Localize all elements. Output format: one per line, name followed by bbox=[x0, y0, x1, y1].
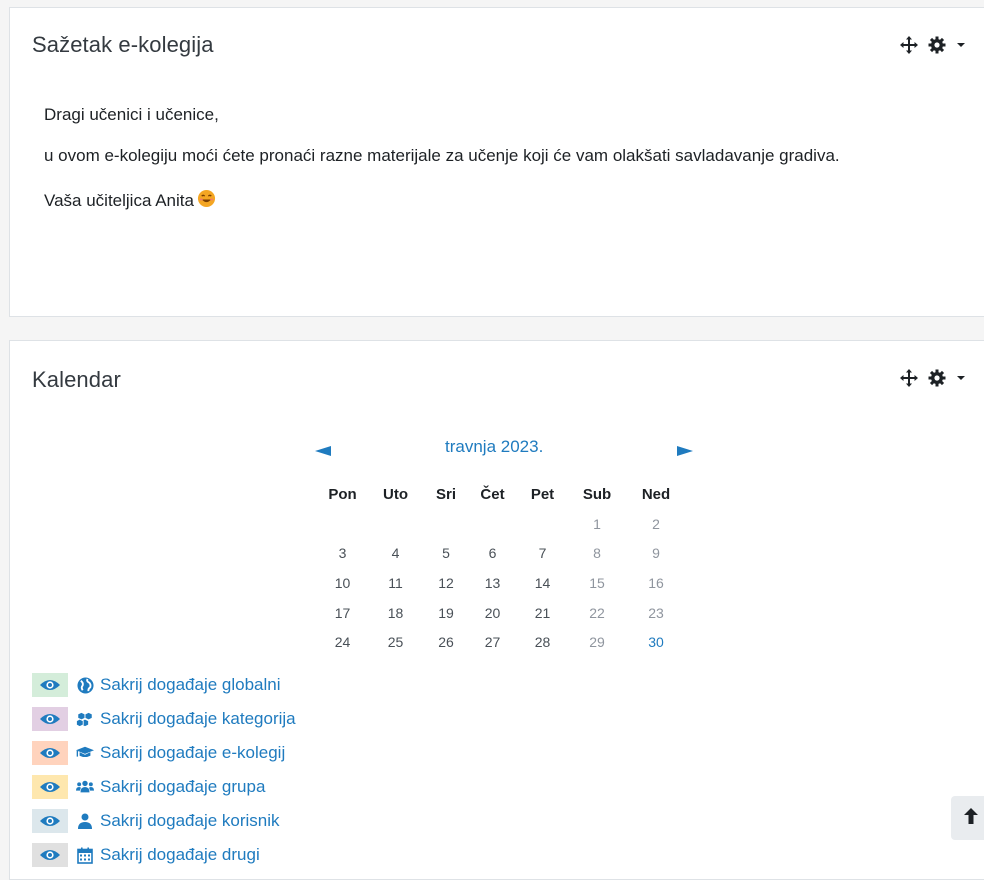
smiling-face-emoji bbox=[197, 189, 216, 215]
calendar-day-today[interactable]: 30 bbox=[626, 627, 686, 657]
block-controls bbox=[900, 369, 966, 387]
calendar-week-row: 3 4 5 6 7 8 9 bbox=[318, 539, 686, 569]
calendar-day: 19 bbox=[438, 604, 454, 621]
calendar-day: 27 bbox=[484, 634, 501, 651]
graduation-cap-icon bbox=[76, 744, 94, 762]
user-icon bbox=[76, 812, 94, 830]
weekday-header: Uto bbox=[383, 485, 408, 503]
eye-icon[interactable] bbox=[32, 809, 68, 833]
calendar-day-weekend: 22 bbox=[589, 604, 605, 621]
filter-course[interactable]: Sakrij događaje e-kolegij bbox=[32, 736, 296, 770]
calendar-day: 14 bbox=[534, 574, 551, 591]
calendar-day: 7 bbox=[538, 545, 547, 562]
weekday-header: Pet bbox=[530, 485, 555, 503]
eye-icon[interactable] bbox=[32, 673, 68, 697]
calendar-day: 10 bbox=[334, 574, 351, 591]
calendar-month-table: Pon Uto Sri Čet Pet Sub Ned 1 2 3 4 5 6 … bbox=[318, 479, 686, 657]
weekday-header: Sub bbox=[582, 485, 612, 503]
filter-label[interactable]: Sakrij događaje grupa bbox=[100, 777, 265, 797]
calendar-block: Kalendar travnja 2023. Pon Uto Sri Čet P… bbox=[9, 340, 984, 880]
eye-icon[interactable] bbox=[32, 707, 68, 731]
greeting-text: Dragi učenici i učenice, bbox=[44, 105, 219, 124]
weekday-header: Ned bbox=[641, 485, 671, 503]
weekday-header-row: Pon Uto Sri Čet Pet Sub Ned bbox=[318, 479, 686, 509]
course-summary-block: Sažetak e-kolegija Dragi učenici i učeni… bbox=[9, 7, 984, 317]
current-month-link[interactable]: travnja 2023. bbox=[445, 437, 543, 457]
previous-month-icon[interactable] bbox=[315, 443, 331, 461]
signature-line: Vaša učiteljica Anita bbox=[44, 188, 924, 215]
weekday-header: Sri bbox=[435, 485, 456, 503]
calendar-day: 28 bbox=[534, 634, 551, 651]
next-month-icon[interactable] bbox=[677, 443, 693, 461]
filter-category[interactable]: Sakrij događaje kategorija bbox=[32, 702, 296, 736]
event-type-filters: Sakrij događaje globalni Sakrij događaje… bbox=[32, 668, 296, 872]
calendar-day: 13 bbox=[484, 574, 501, 591]
calendar-day: 12 bbox=[438, 574, 454, 591]
block-controls bbox=[900, 36, 966, 54]
calendar-week-row: 10 11 12 13 14 15 16 bbox=[318, 568, 686, 598]
calendar-day-weekend: 16 bbox=[648, 574, 664, 591]
calendar-day: 11 bbox=[388, 574, 403, 591]
calendar-day bbox=[367, 509, 424, 539]
calendar-day: 6 bbox=[488, 545, 497, 562]
filter-label[interactable]: Sakrij događaje globalni bbox=[100, 675, 281, 695]
calendar-day: 26 bbox=[438, 634, 454, 651]
filter-global[interactable]: Sakrij događaje globalni bbox=[32, 668, 296, 702]
arrow-up-icon bbox=[964, 807, 978, 829]
move-arrows-icon[interactable] bbox=[900, 369, 918, 387]
calendar-day bbox=[318, 509, 367, 539]
calendar-day: 20 bbox=[484, 604, 501, 621]
calendar-week-row: 1 2 bbox=[318, 509, 686, 539]
calendar-day: 3 bbox=[338, 545, 347, 562]
calendar-week-row: 17 18 19 20 21 22 23 bbox=[318, 598, 686, 628]
cubes-icon bbox=[76, 710, 94, 728]
filter-label[interactable]: Sakrij događaje drugi bbox=[100, 845, 260, 865]
weekday-header: Pon bbox=[328, 485, 357, 503]
eye-icon[interactable] bbox=[32, 741, 68, 765]
calendar-day-weekend: 8 bbox=[593, 545, 601, 562]
caret-down-icon[interactable] bbox=[956, 41, 966, 49]
calendar-day: 25 bbox=[387, 634, 404, 651]
calendar-day: 17 bbox=[334, 604, 351, 621]
calendar-day-weekend: 15 bbox=[589, 574, 605, 591]
eye-icon[interactable] bbox=[32, 843, 68, 867]
calendar-day: 5 bbox=[442, 545, 450, 562]
calendar-day-weekend: 29 bbox=[589, 634, 605, 651]
calendar-day bbox=[517, 509, 568, 539]
calendar-day bbox=[468, 509, 517, 539]
filter-label[interactable]: Sakrij događaje kategorija bbox=[100, 709, 296, 729]
calendar-day: 24 bbox=[334, 634, 351, 651]
calendar-day: 18 bbox=[387, 604, 404, 621]
calendar-day bbox=[424, 509, 468, 539]
eye-icon[interactable] bbox=[32, 775, 68, 799]
calendar-day-weekend: 9 bbox=[652, 545, 660, 562]
calendar-day: 21 bbox=[534, 604, 551, 621]
calendar-day: 4 bbox=[391, 545, 400, 562]
filter-user[interactable]: Sakrij događaje korisnik bbox=[32, 804, 296, 838]
signature-text: Vaša učiteljica Anita bbox=[44, 191, 194, 210]
weekday-header: Čet bbox=[480, 485, 505, 503]
calendar-icon bbox=[76, 846, 94, 864]
calendar-week-row: 24 25 26 27 28 29 30 bbox=[318, 627, 686, 657]
block-title: Kalendar bbox=[32, 367, 121, 392]
calendar-day-weekend: 2 bbox=[652, 515, 660, 532]
calendar-navigation: travnja 2023. bbox=[315, 437, 695, 461]
filter-label[interactable]: Sakrij događaje e-kolegij bbox=[100, 743, 285, 763]
globe-icon bbox=[76, 676, 94, 694]
description-text: u ovom e-kolegiju moći ćete pronaći razn… bbox=[44, 146, 840, 165]
calendar-day-weekend: 1 bbox=[593, 515, 601, 532]
caret-down-icon[interactable] bbox=[956, 374, 966, 382]
users-icon bbox=[76, 778, 94, 796]
calendar-day-weekend: 23 bbox=[648, 604, 664, 621]
filter-group[interactable]: Sakrij događaje grupa bbox=[32, 770, 296, 804]
summary-content: Dragi učenici i učenice, u ovom e-kolegi… bbox=[44, 102, 924, 231]
back-to-top-button[interactable] bbox=[951, 796, 984, 840]
gear-icon[interactable] bbox=[928, 36, 946, 54]
filter-label[interactable]: Sakrij događaje korisnik bbox=[100, 811, 280, 831]
filter-other[interactable]: Sakrij događaje drugi bbox=[32, 838, 296, 872]
move-arrows-icon[interactable] bbox=[900, 36, 918, 54]
block-title: Sažetak e-kolegija bbox=[32, 32, 214, 57]
gear-icon[interactable] bbox=[928, 369, 946, 387]
